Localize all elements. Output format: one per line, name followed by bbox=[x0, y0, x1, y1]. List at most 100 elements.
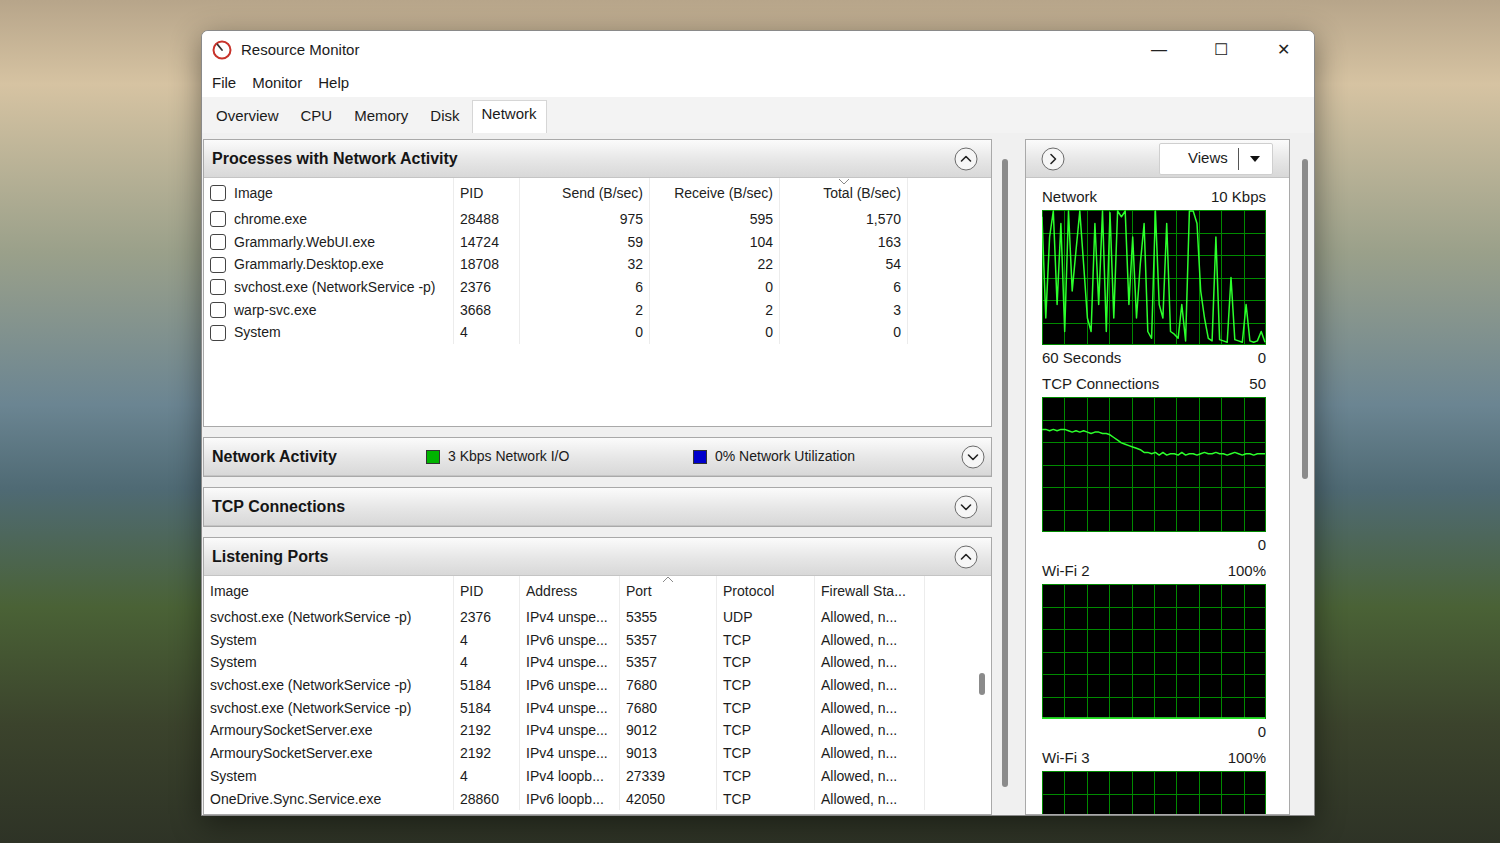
port-cell: System bbox=[204, 629, 454, 652]
process-row[interactable]: System4000 bbox=[204, 321, 991, 344]
port-row[interactable]: System4IPv4 loopb...27339TCPAllowed, n..… bbox=[204, 765, 975, 788]
grid-line bbox=[1176, 397, 1177, 532]
column-label: Address bbox=[526, 583, 577, 599]
column-header[interactable]: Firewall Sta... bbox=[815, 576, 925, 606]
legend-label: 3 Kbps Network I/O bbox=[448, 446, 569, 467]
processes-header[interactable]: Processes with Network Activity bbox=[204, 140, 991, 178]
port-row[interactable]: ArmourySocketServer.exe2192IPv4 unspe...… bbox=[204, 742, 975, 765]
column-header[interactable]: PID bbox=[454, 178, 520, 208]
scroll-thumb[interactable] bbox=[1302, 159, 1308, 479]
chart-scrollbar[interactable] bbox=[1290, 139, 1315, 815]
cell-filler bbox=[908, 253, 991, 276]
collapse-button[interactable] bbox=[960, 444, 986, 470]
column-label: Firewall Sta... bbox=[821, 583, 906, 599]
scroll-thumb[interactable] bbox=[1002, 159, 1008, 787]
grid-line bbox=[1221, 210, 1222, 345]
menu-item[interactable]: File bbox=[204, 69, 244, 97]
port-cell: UDP bbox=[717, 606, 815, 629]
port-row[interactable]: System4IPv6 unspe...5357TCPAllowed, n... bbox=[204, 629, 975, 652]
close-button[interactable]: ✕ bbox=[1252, 31, 1314, 69]
tab[interactable]: Overview bbox=[206, 100, 289, 134]
tcp-connections-header[interactable]: TCP Connections bbox=[204, 488, 991, 526]
process-checkbox[interactable] bbox=[210, 279, 226, 295]
column-header[interactable]: Image bbox=[204, 178, 454, 208]
port-row[interactable]: ArmourySocketServer.exe2192IPv4 unspe...… bbox=[204, 719, 975, 742]
port-row[interactable]: OneDrive.Sync.Service.exe28860IPv6 loopb… bbox=[204, 788, 975, 811]
sort-arrow-icon bbox=[838, 178, 850, 185]
column-label: Send (B/sec) bbox=[562, 185, 643, 201]
grid-line bbox=[1042, 629, 1266, 630]
port-row[interactable]: svchost.exe (NetworkService -p)2376IPv4 … bbox=[204, 606, 975, 629]
port-cell: 5184 bbox=[454, 674, 520, 697]
tab-strip: OverviewCPUMemoryDiskNetwork bbox=[202, 97, 1314, 133]
process-row[interactable]: Grammarly.Desktop.exe18708322254 bbox=[204, 253, 991, 276]
maximize-button[interactable]: ☐ bbox=[1190, 31, 1252, 69]
port-cell: Allowed, n... bbox=[815, 697, 925, 720]
main-area: Processes with Network ActivityImagePIDS… bbox=[202, 133, 1314, 815]
views-button[interactable]: Views bbox=[1159, 143, 1273, 175]
chart-max: 50 bbox=[1249, 373, 1266, 395]
collapse-button[interactable] bbox=[953, 146, 979, 172]
column-header[interactable]: Protocol bbox=[717, 576, 815, 606]
column-header[interactable]: Address bbox=[520, 576, 620, 606]
grid-line bbox=[1087, 771, 1088, 814]
grid-line bbox=[1042, 465, 1266, 466]
column-header[interactable]: PID bbox=[454, 576, 520, 606]
column-header[interactable]: Receive (B/sec) bbox=[650, 178, 780, 208]
network-activity-header[interactable]: Network Activity3 Kbps Network I/O0% Net… bbox=[204, 438, 991, 476]
process-cell: 975 bbox=[520, 208, 650, 231]
select-all-checkbox[interactable] bbox=[210, 185, 226, 201]
column-header[interactable]: Send (B/sec) bbox=[520, 178, 650, 208]
menu-item[interactable]: Monitor bbox=[244, 69, 310, 97]
process-name: Grammarly.WebUI.exe bbox=[210, 231, 447, 254]
process-checkbox[interactable] bbox=[210, 325, 226, 341]
process-checkbox[interactable] bbox=[210, 257, 226, 273]
collapse-button[interactable] bbox=[953, 544, 979, 570]
port-cell: 9013 bbox=[620, 742, 717, 765]
button-ring bbox=[955, 546, 977, 568]
process-name: System bbox=[210, 321, 447, 344]
tcp-connections-panel: TCP Connections bbox=[203, 487, 992, 527]
tab[interactable]: Memory bbox=[344, 100, 418, 134]
scroll-thumb[interactable] bbox=[979, 673, 985, 695]
tab[interactable]: CPU bbox=[291, 100, 343, 134]
port-list-scrollbar[interactable] bbox=[975, 576, 991, 814]
process-checkbox[interactable] bbox=[210, 302, 226, 318]
grid-line bbox=[1176, 771, 1177, 814]
port-row[interactable]: svchost.exe (NetworkService -p)5184IPv4 … bbox=[204, 697, 975, 720]
hide-charts-button[interactable] bbox=[1040, 146, 1066, 172]
port-row[interactable]: System4IPv4 unspe...5357TCPAllowed, n... bbox=[204, 651, 975, 674]
process-cell: 22 bbox=[650, 253, 780, 276]
process-checkbox[interactable] bbox=[210, 234, 226, 250]
column-label: Total (B/sec) bbox=[823, 185, 901, 201]
listening-ports-header[interactable]: Listening Ports bbox=[204, 538, 991, 576]
tab[interactable]: Network bbox=[472, 100, 547, 134]
column-header[interactable]: Total (B/sec) bbox=[780, 178, 908, 208]
collapse-button[interactable] bbox=[953, 494, 979, 520]
process-checkbox[interactable] bbox=[210, 211, 226, 227]
process-name: chrome.exe bbox=[210, 208, 447, 231]
port-cell: Allowed, n... bbox=[815, 788, 925, 811]
tab[interactable]: Disk bbox=[420, 100, 469, 134]
column-label: PID bbox=[460, 185, 483, 201]
port-row[interactable]: svchost.exe (NetworkService -p)5184IPv6 … bbox=[204, 674, 975, 697]
detail-scrollbar[interactable] bbox=[992, 139, 1018, 815]
process-row[interactable]: svchost.exe (NetworkService -p)2376606 bbox=[204, 276, 991, 299]
port-cell: TCP bbox=[717, 719, 815, 742]
minimize-button[interactable]: — bbox=[1128, 31, 1190, 69]
cell-filler bbox=[925, 629, 975, 652]
chart-footer: 0 bbox=[1042, 534, 1266, 556]
chart-pane: ViewsNetwork10 Kbps60 Seconds0TCP Connec… bbox=[1025, 139, 1290, 815]
menu-item[interactable]: Help bbox=[310, 69, 357, 97]
column-header[interactable]: Port bbox=[620, 576, 717, 606]
process-row[interactable]: chrome.exe284889755951,570 bbox=[204, 208, 991, 231]
process-row[interactable]: warp-svc.exe3668223 bbox=[204, 299, 991, 322]
process-image: System bbox=[234, 321, 281, 344]
column-header[interactable]: Image bbox=[204, 576, 454, 606]
arrow bbox=[839, 179, 849, 184]
port-cell: IPv4 unspe... bbox=[520, 697, 620, 720]
port-cell: IPv4 unspe... bbox=[520, 719, 620, 742]
process-row[interactable]: Grammarly.WebUI.exe1472459104163 bbox=[204, 231, 991, 254]
grid-line bbox=[1132, 397, 1133, 532]
chart-plot bbox=[1042, 210, 1266, 345]
